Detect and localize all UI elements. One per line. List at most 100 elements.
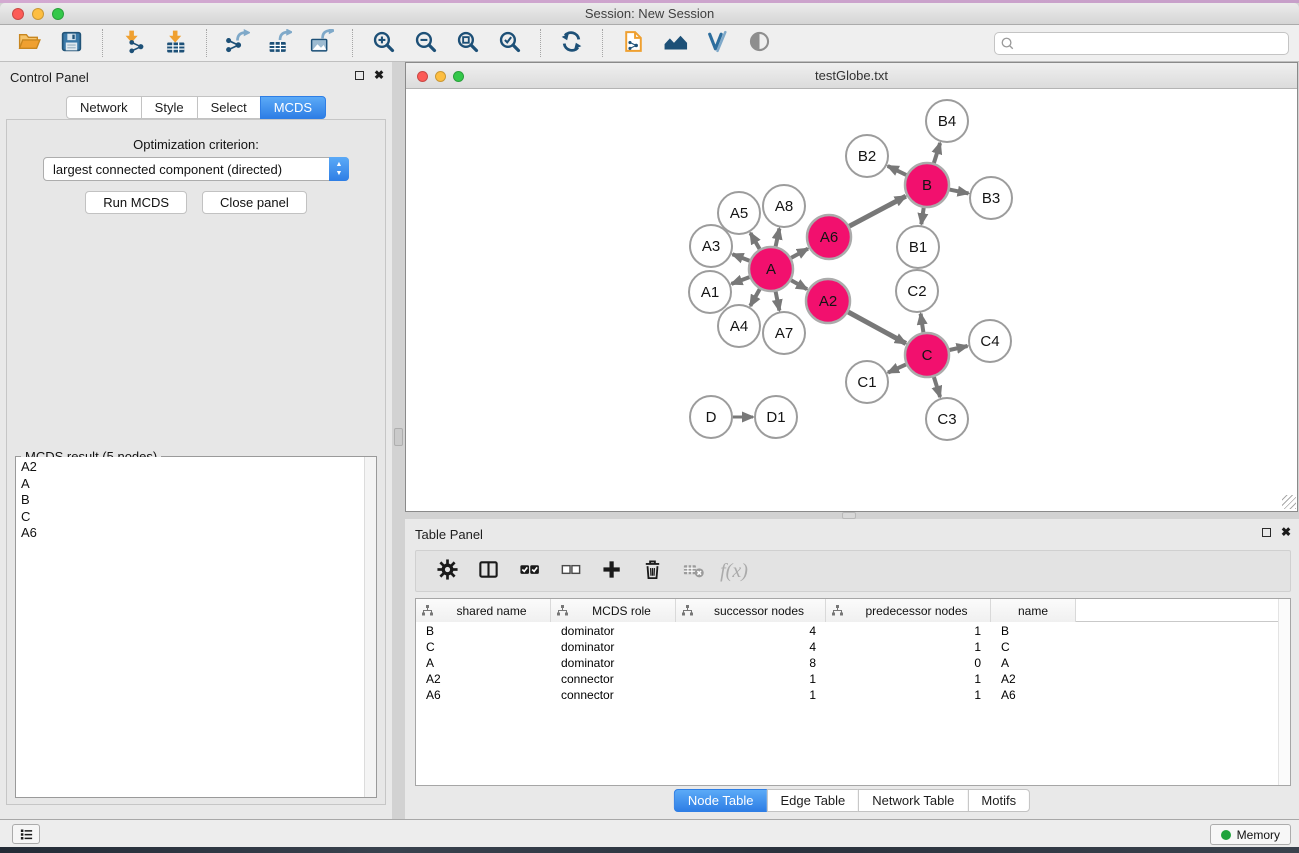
- graph-node-A5[interactable]: A5: [718, 192, 760, 234]
- graph-edge-A6-B[interactable]: [849, 196, 906, 226]
- graph-node-A8[interactable]: A8: [763, 185, 805, 227]
- table-cell[interactable]: A6: [416, 687, 551, 703]
- graph-node-C1[interactable]: C1: [846, 361, 888, 403]
- tab-select[interactable]: Select: [197, 96, 261, 119]
- table-float-panel-icon[interactable]: [1262, 528, 1271, 537]
- mcds-result-item[interactable]: A: [21, 476, 371, 493]
- export-network-button[interactable]: [218, 28, 256, 58]
- zoom-in-button[interactable]: [364, 28, 402, 58]
- graph-node-C3[interactable]: C3: [926, 398, 968, 440]
- table-cell[interactable]: A2: [416, 671, 551, 687]
- table-cell[interactable]: dominator: [551, 639, 676, 655]
- table-cell[interactable]: dominator: [551, 655, 676, 671]
- close-panel-button[interactable]: Close panel: [202, 191, 307, 214]
- graph-edge-C-C2[interactable]: [921, 314, 924, 333]
- graph-node-C2[interactable]: C2: [896, 270, 938, 312]
- memory-button[interactable]: Memory: [1210, 824, 1291, 845]
- new-network-document-button[interactable]: [614, 28, 652, 58]
- table-row[interactable]: A6connector11A6: [416, 687, 1278, 703]
- graph-edge-B-B1[interactable]: [921, 208, 923, 224]
- close-panel-icon[interactable]: ✖: [374, 69, 384, 81]
- graph-node-B1[interactable]: B1: [897, 226, 939, 268]
- network-canvas[interactable]: B4B2BB3A8A5A6A3B1AC2A1A2A4A7C4CC1C3DD1: [406, 89, 1297, 511]
- horizontal-splitter-grip[interactable]: [842, 512, 856, 519]
- graph-edge-A-A4[interactable]: [750, 289, 759, 306]
- table-cell[interactable]: 1: [826, 671, 991, 687]
- tab-network-table[interactable]: Network Table: [858, 789, 968, 812]
- export-table-button[interactable]: [260, 28, 298, 58]
- window-resize-handle[interactable]: [1282, 495, 1296, 509]
- graph-node-A1[interactable]: A1: [689, 271, 731, 313]
- table-cell[interactable]: A: [991, 655, 1076, 671]
- vertical-splitter-grip[interactable]: [394, 428, 403, 446]
- column-header-successor-nodes[interactable]: successor nodes: [676, 599, 826, 622]
- graph-node-B[interactable]: B: [905, 163, 949, 207]
- zoom-out-button[interactable]: [406, 28, 444, 58]
- graph-edge-A-A5[interactable]: [750, 233, 759, 249]
- column-header-MCDS-role[interactable]: MCDS role: [551, 599, 676, 622]
- graph-node-A3[interactable]: A3: [690, 225, 732, 267]
- table-row[interactable]: A2connector11A2: [416, 671, 1278, 687]
- graph-node-A[interactable]: A: [749, 247, 793, 291]
- table-cell[interactable]: 4: [676, 639, 826, 655]
- import-table-button[interactable]: [156, 28, 194, 58]
- graph-edge-C-C3[interactable]: [934, 377, 940, 397]
- graph-edge-A-A1[interactable]: [732, 277, 750, 284]
- table-cell[interactable]: 1: [676, 687, 826, 703]
- zoom-selected-button[interactable]: [490, 28, 528, 58]
- table-cell[interactable]: A: [416, 655, 551, 671]
- tab-motifs[interactable]: Motifs: [967, 789, 1030, 812]
- home-layout-button[interactable]: [656, 28, 694, 58]
- mcds-result-item[interactable]: A2: [21, 459, 371, 476]
- graph-edge-B-B4[interactable]: [934, 143, 940, 163]
- zoom-fit-button[interactable]: [448, 28, 486, 58]
- column-header-predecessor-nodes[interactable]: predecessor nodes: [826, 599, 991, 622]
- tab-style[interactable]: Style: [141, 96, 198, 119]
- graph-edge-A-A7[interactable]: [776, 292, 780, 311]
- deselect-all-button[interactable]: [553, 555, 587, 587]
- select-all-button[interactable]: [512, 555, 546, 587]
- graph-edge-B-B3[interactable]: [950, 190, 969, 194]
- run-mcds-button[interactable]: Run MCDS: [85, 191, 187, 214]
- table-cell[interactable]: C: [991, 639, 1076, 655]
- mcds-result-list[interactable]: A2ABCA6: [16, 457, 376, 797]
- mcds-result-item[interactable]: A6: [21, 525, 371, 542]
- graph-edge-A-A3[interactable]: [733, 254, 750, 261]
- table-cell[interactable]: 1: [826, 623, 991, 639]
- mcds-result-scrollbar[interactable]: [364, 457, 376, 797]
- mcds-result-item[interactable]: B: [21, 492, 371, 509]
- graph-edge-A2-C[interactable]: [848, 312, 906, 344]
- task-history-button[interactable]: [12, 824, 40, 844]
- table-scrollbar[interactable]: [1278, 599, 1290, 785]
- graph-edge-B-B2[interactable]: [888, 166, 907, 175]
- split-view-button[interactable]: [471, 555, 505, 587]
- refresh-button[interactable]: [552, 28, 590, 58]
- mcds-result-item[interactable]: C: [21, 509, 371, 526]
- graph-node-B2[interactable]: B2: [846, 135, 888, 177]
- network-graph[interactable]: B4B2BB3A8A5A6A3B1AC2A1A2A4A7C4CC1C3DD1: [406, 89, 1297, 511]
- delete-column-button[interactable]: [635, 555, 669, 587]
- table-cell[interactable]: connector: [551, 671, 676, 687]
- graph-node-C[interactable]: C: [905, 333, 949, 377]
- graph-edge-A-A2[interactable]: [791, 280, 807, 289]
- graph-edge-C-C1[interactable]: [888, 364, 906, 372]
- table-cell[interactable]: 1: [676, 671, 826, 687]
- criterion-dropdown[interactable]: largest connected component (directed) ▲…: [43, 157, 349, 181]
- graph-node-B4[interactable]: B4: [926, 100, 968, 142]
- tab-edge-table[interactable]: Edge Table: [766, 789, 859, 812]
- graph-node-B3[interactable]: B3: [970, 177, 1012, 219]
- graph-edge-A-A6[interactable]: [791, 249, 808, 258]
- graph-node-A7[interactable]: A7: [763, 312, 805, 354]
- table-cell[interactable]: A6: [991, 687, 1076, 703]
- tab-network[interactable]: Network: [66, 96, 142, 119]
- open-session-button[interactable]: [10, 28, 48, 58]
- float-panel-icon[interactable]: [355, 71, 364, 80]
- table-close-panel-icon[interactable]: ✖: [1281, 526, 1291, 538]
- gear-button[interactable]: [430, 555, 464, 587]
- graph-node-D1[interactable]: D1: [755, 396, 797, 438]
- table-cell[interactable]: 8: [676, 655, 826, 671]
- graph-node-C4[interactable]: C4: [969, 320, 1011, 362]
- graph-edge-A-A8[interactable]: [776, 229, 780, 247]
- table-cell[interactable]: B: [416, 623, 551, 639]
- add-column-button[interactable]: [594, 555, 628, 587]
